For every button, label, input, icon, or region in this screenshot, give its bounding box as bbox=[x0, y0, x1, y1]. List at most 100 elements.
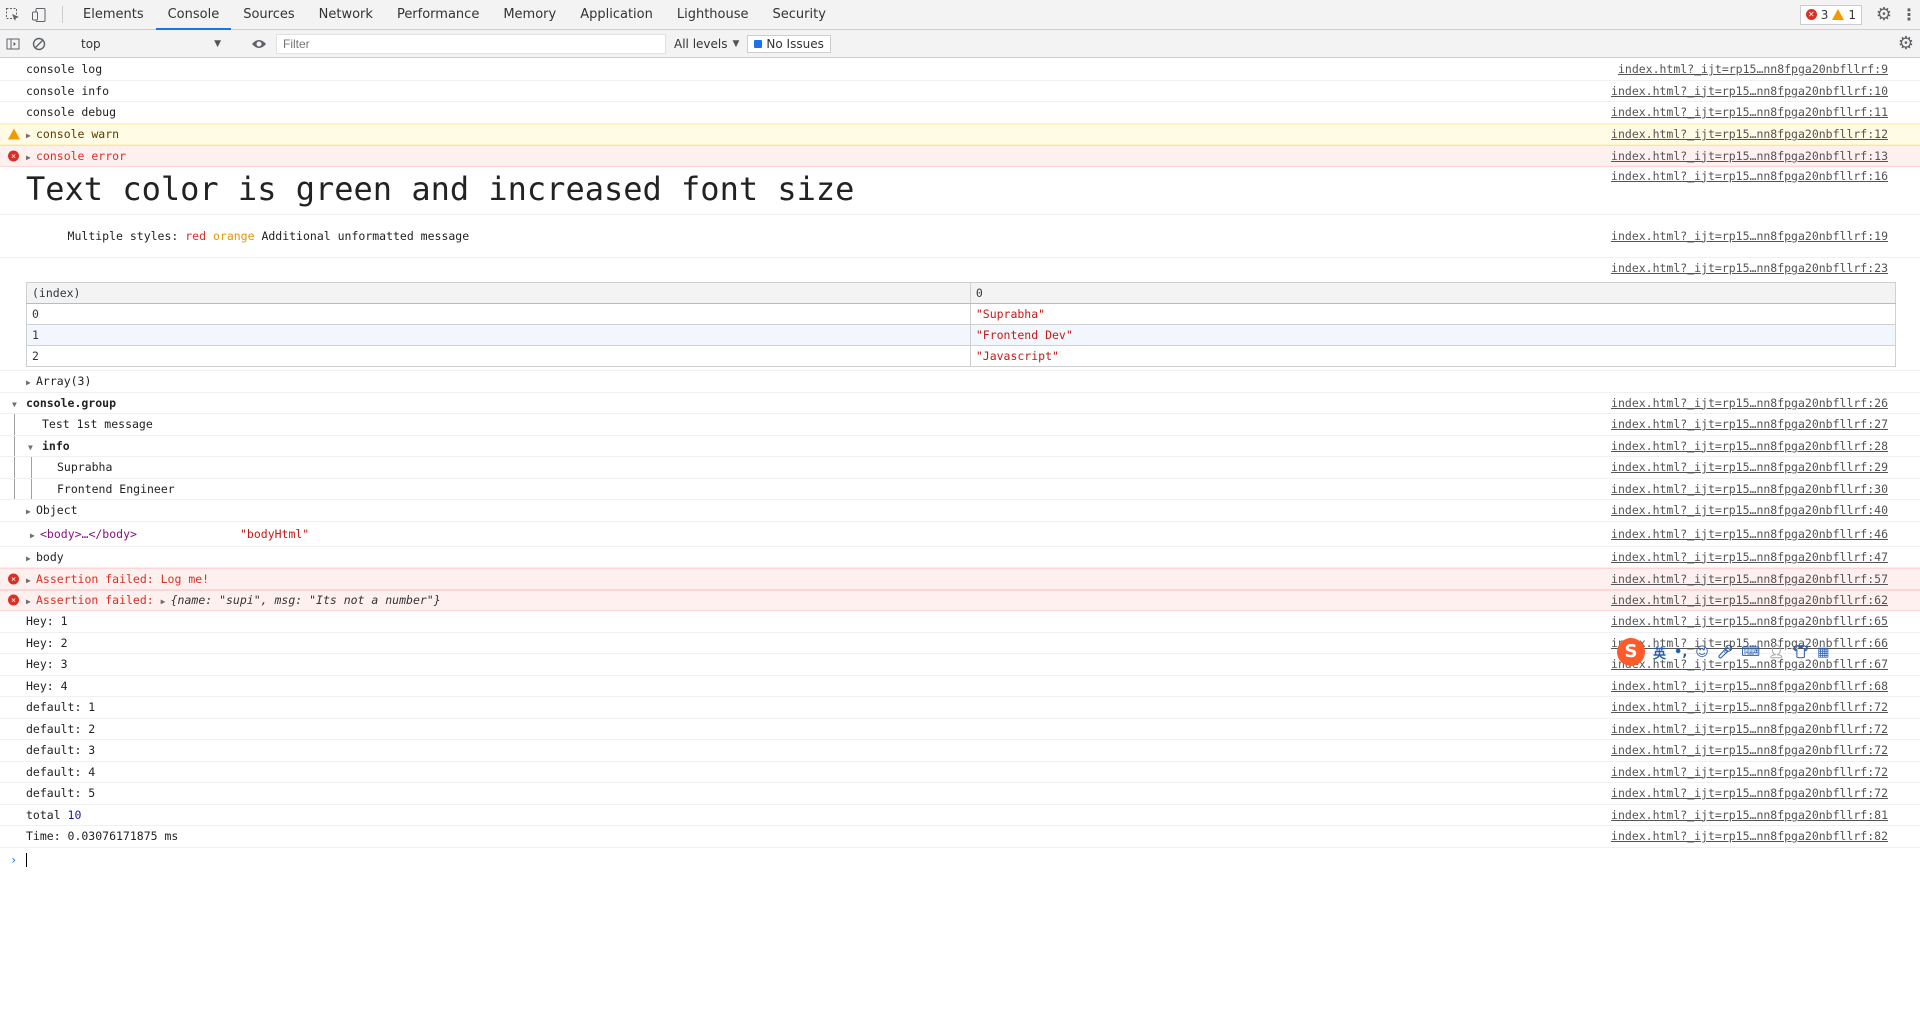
source-link[interactable]: index.html?_ijt=rp15…nn8fpga20nbfllrf:13 bbox=[1611, 149, 1888, 163]
user-icon[interactable]: 👤︎ bbox=[1768, 645, 1785, 660]
assertion-error-message[interactable]: ✕ ▶ Assertion failed: Log me! index.html?… bbox=[0, 568, 1920, 590]
group-header[interactable]: ▼ console.group index.html?_ijt=rp15…nn8f… bbox=[0, 393, 1920, 414]
warning-icon bbox=[1832, 9, 1845, 20]
keyboard-icon[interactable]: ⌨ bbox=[1741, 645, 1760, 660]
message-text: Hey: 1 bbox=[26, 614, 68, 629]
message-text: console debug bbox=[26, 105, 117, 120]
source-link[interactable]: index.html?_ijt=rp15…nn8fpga20nbfllrf:62 bbox=[1611, 593, 1888, 607]
error-icon: ✕ bbox=[8, 573, 19, 585]
tab-lighthouse[interactable]: Lighthouse bbox=[665, 0, 761, 29]
tab-memory[interactable]: Memory bbox=[491, 0, 568, 29]
total-label: total bbox=[26, 807, 68, 822]
source-link[interactable]: index.html?_ijt=rp15…nn8fpga20nbfllrf:72 bbox=[1611, 722, 1888, 736]
console-settings-gear-icon[interactable]: ⚙ bbox=[1892, 33, 1920, 54]
collapse-triangle-icon[interactable]: ▼ bbox=[28, 443, 42, 452]
array-expander[interactable]: ▶ Array(3) bbox=[0, 371, 1920, 393]
expand-triangle-icon[interactable]: ▶ bbox=[26, 507, 36, 516]
expand-triangle-icon[interactable]: ▶ bbox=[26, 378, 36, 387]
source-link[interactable]: index.html?_ijt=rp15…nn8fpga20nbfllrf:57 bbox=[1611, 572, 1888, 586]
source-link[interactable]: index.html?_ijt=rp15…nn8fpga20nbfllrf:10 bbox=[1611, 84, 1888, 98]
ime-language-toggle[interactable]: 英 bbox=[1653, 643, 1666, 662]
expand-triangle-icon[interactable]: ▶ bbox=[30, 531, 40, 540]
dom-node-tag[interactable]: <body>…</body> bbox=[40, 527, 240, 541]
filter-input[interactable] bbox=[276, 33, 666, 54]
ime-punctuation-toggle[interactable]: •, bbox=[1674, 645, 1687, 660]
expand-triangle-icon[interactable]: ▶ bbox=[26, 153, 36, 162]
expand-triangle-icon[interactable]: ▶ bbox=[26, 576, 36, 585]
tab-sources[interactable]: Sources bbox=[231, 0, 306, 29]
source-link[interactable]: index.html?_ijt=rp15…nn8fpga20nbfllrf:46 bbox=[1611, 527, 1888, 541]
source-link[interactable]: index.html?_ijt=rp15…nn8fpga20nbfllrf:65 bbox=[1611, 614, 1888, 628]
expand-triangle-icon[interactable]: ▶ bbox=[26, 554, 36, 563]
body-label: body bbox=[36, 549, 64, 564]
source-link[interactable]: index.html?_ijt=rp15…nn8fpga20nbfllrf:72 bbox=[1611, 765, 1888, 779]
issues-button[interactable]: No Issues bbox=[747, 34, 831, 53]
expand-triangle-icon[interactable]: ▶ bbox=[26, 131, 36, 140]
device-toolbar-icon[interactable] bbox=[26, 0, 52, 29]
console-error-message[interactable]: ✕ ▶ console error index.html?_ijt=rp15…nn… bbox=[0, 145, 1920, 167]
table-header-index[interactable]: (index) bbox=[26, 282, 971, 304]
source-link[interactable]: index.html?_ijt=rp15…nn8fpga20nbfllrf:40 bbox=[1611, 503, 1888, 517]
source-link[interactable]: index.html?_ijt=rp15…nn8fpga20nbfllrf:9 bbox=[1618, 62, 1888, 76]
source-link[interactable]: index.html?_ijt=rp15…nn8fpga20nbfllrf:23 bbox=[1611, 261, 1888, 275]
tab-performance[interactable]: Performance bbox=[385, 0, 491, 29]
source-link[interactable]: index.html?_ijt=rp15…nn8fpga20nbfllrf:82 bbox=[1611, 829, 1888, 843]
source-link[interactable]: index.html?_ijt=rp15…nn8fpga20nbfllrf:26 bbox=[1611, 396, 1888, 410]
console-warning-message[interactable]: ▶ console warn index.html?_ijt=rp15…nn8fp… bbox=[0, 123, 1920, 145]
table-header-0[interactable]: 0 bbox=[969, 282, 1897, 304]
console-message: default: 3 index.html?_ijt=rp15…nn8fpga2… bbox=[0, 740, 1920, 762]
object-message[interactable]: ▶ Object index.html?_ijt=rp15…nn8fpga20nb… bbox=[0, 500, 1920, 522]
console-prompt[interactable]: › bbox=[0, 848, 1920, 872]
source-link[interactable]: index.html?_ijt=rp15…nn8fpga20nbfllrf:12 bbox=[1611, 127, 1888, 141]
source-link[interactable]: index.html?_ijt=rp15…nn8fpga20nbfllrf:19 bbox=[1611, 229, 1888, 243]
expand-triangle-icon[interactable]: ▶ bbox=[26, 597, 36, 606]
message-text: console info bbox=[26, 83, 110, 98]
tab-console[interactable]: Console bbox=[155, 0, 232, 30]
toolbox-grid-icon[interactable]: ▦ bbox=[1817, 645, 1829, 660]
tab-application[interactable]: Application bbox=[568, 0, 665, 29]
log-levels-dropdown[interactable]: All levels ▼ bbox=[666, 37, 747, 51]
context-selector[interactable]: top ▼ bbox=[75, 37, 227, 51]
issues-icon bbox=[754, 39, 763, 48]
source-link[interactable]: index.html?_ijt=rp15…nn8fpga20nbfllrf:72 bbox=[1611, 743, 1888, 757]
source-link[interactable]: index.html?_ijt=rp15…nn8fpga20nbfllrf:72 bbox=[1611, 786, 1888, 800]
message-text: console warn bbox=[36, 127, 120, 142]
source-link[interactable]: index.html?_ijt=rp15…nn8fpga20nbfllrf:27 bbox=[1611, 417, 1888, 431]
error-warning-counter[interactable]: ✕ 3 1 bbox=[1799, 4, 1862, 25]
subgroup-header[interactable]: ▼ info index.html?_ijt=rp15…nn8fpga20nbfl… bbox=[0, 435, 1920, 457]
styled-suffix: Additional unformatted message bbox=[254, 228, 470, 243]
styled-orange-text: orange bbox=[212, 228, 255, 243]
settings-gear-icon[interactable]: ⚙ bbox=[1870, 4, 1898, 25]
body-message[interactable]: ▶ body index.html?_ijt=rp15…nn8fpga20nbfl… bbox=[0, 547, 1920, 568]
source-link[interactable]: index.html?_ijt=rp15…nn8fpga20nbfllrf:16 bbox=[1611, 169, 1888, 183]
source-link[interactable]: index.html?_ijt=rp15…nn8fpga20nbfllrf:68 bbox=[1611, 679, 1888, 693]
message-text: Test 1st message bbox=[42, 417, 153, 432]
table-row: 1 "Frontend Dev" bbox=[26, 324, 1897, 346]
source-link[interactable]: index.html?_ijt=rp15…nn8fpga20nbfllrf:11 bbox=[1611, 105, 1888, 119]
collapse-triangle-icon[interactable]: ▼ bbox=[12, 400, 26, 409]
dom-node-message[interactable]: ▶ <body>…</body> "bodyHtml" index.html?_ij… bbox=[0, 522, 1920, 547]
emoji-icon[interactable]: ☺ bbox=[1695, 645, 1709, 660]
assertion-error-message[interactable]: ✕ ▶ Assertion failed: ▶ {name: "supi", msg… bbox=[0, 589, 1920, 611]
live-expression-eye-icon[interactable] bbox=[246, 38, 272, 50]
tab-elements[interactable]: Elements bbox=[71, 0, 156, 29]
source-link[interactable]: index.html?_ijt=rp15…nn8fpga20nbfllrf:72 bbox=[1611, 700, 1888, 714]
source-link[interactable]: index.html?_ijt=rp15…nn8fpga20nbfllrf:29 bbox=[1611, 460, 1888, 474]
skin-shirt-icon[interactable]: 👕︎ bbox=[1793, 645, 1810, 660]
microphone-icon[interactable]: 🎤︎ bbox=[1717, 645, 1734, 660]
source-link[interactable]: index.html?_ijt=rp15…nn8fpga20nbfllrf:47 bbox=[1611, 550, 1888, 564]
show-sidebar-icon[interactable] bbox=[0, 37, 26, 51]
source-link[interactable]: index.html?_ijt=rp15…nn8fpga20nbfllrf:30 bbox=[1611, 482, 1888, 496]
clear-console-icon[interactable] bbox=[26, 37, 52, 51]
tab-security[interactable]: Security bbox=[761, 0, 838, 29]
inspect-element-icon[interactable] bbox=[0, 0, 26, 29]
source-link[interactable]: index.html?_ijt=rp15…nn8fpga20nbfllrf:81 bbox=[1611, 808, 1888, 822]
console-message: console info index.html?_ijt=rp15…nn8fpg… bbox=[0, 81, 1920, 102]
tab-network[interactable]: Network bbox=[307, 0, 385, 29]
source-link[interactable]: index.html?_ijt=rp15…nn8fpga20nbfllrf:28 bbox=[1611, 439, 1888, 453]
total-value: 10 bbox=[67, 807, 82, 822]
console-message: Hey: 4 index.html?_ijt=rp15…nn8fpga20nbf… bbox=[0, 676, 1920, 697]
more-options-icon[interactable]: ⋮ bbox=[1898, 5, 1920, 24]
sogou-logo-icon[interactable]: S bbox=[1617, 638, 1645, 666]
expand-object-icon[interactable]: ▶ bbox=[161, 597, 171, 606]
